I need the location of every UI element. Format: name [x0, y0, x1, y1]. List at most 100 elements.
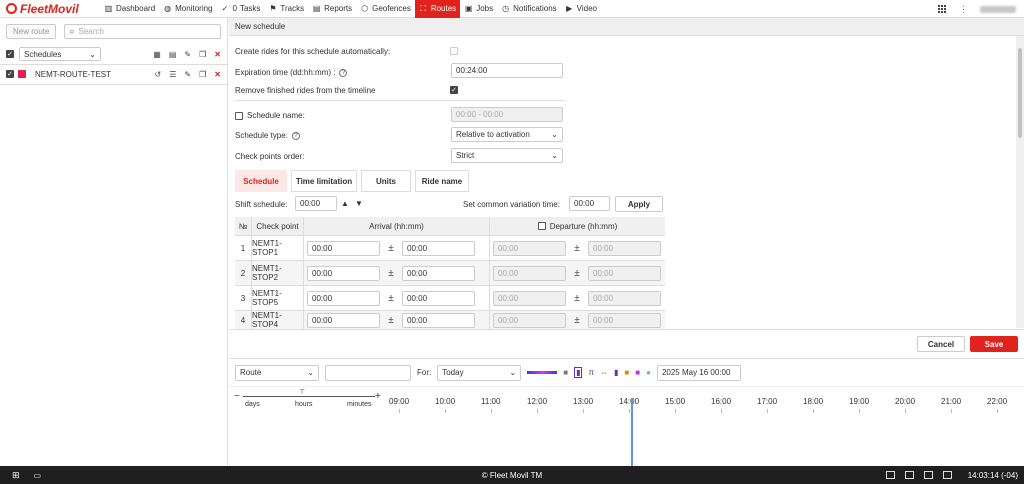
list-icon[interactable]: ☰ [169, 70, 176, 79]
departure-time-input[interactable]: 00:00 [493, 265, 566, 281]
tray-icon-1[interactable] [885, 471, 895, 479]
history-icon[interactable]: ↺ [155, 70, 162, 79]
checkpoints-order-select[interactable]: Strict ⌄ [451, 148, 563, 163]
table-icon[interactable]: ▤ [169, 50, 177, 59]
tab-units[interactable]: Units [361, 170, 411, 192]
checkpoint-legend-icon[interactable]: ▮ [574, 367, 583, 378]
schedule-name-input[interactable]: 00:00 - 00:00 [451, 107, 563, 122]
timeline-group-select[interactable]: Route ⌄ [235, 364, 319, 381]
timeline-period-select[interactable]: Today ⌄ [437, 364, 522, 381]
violet-legend-icon[interactable]: ■ [635, 368, 640, 377]
tray-icon-3[interactable] [923, 471, 933, 479]
arrival-time-input[interactable]: 00:00 [307, 290, 380, 306]
tab-ride-name[interactable]: Ride name [415, 170, 469, 192]
nav-reports[interactable]: ▤ Reports [308, 0, 356, 18]
nav-tracks[interactable]: ⚑ Tracks [264, 0, 308, 18]
nav-video[interactable]: ▶ Video [561, 0, 601, 18]
departure-time-input[interactable]: 00:00 [493, 312, 566, 328]
search-input[interactable]: ⌕ Search [64, 24, 221, 39]
timeline-date-input[interactable]: 2025 May 16 00:00 [656, 364, 741, 381]
schedule-type-select[interactable]: Relative to activation ⌄ [451, 127, 563, 142]
schedules-filter-select[interactable]: Schedules ⌄ [19, 47, 101, 61]
wrench-icon[interactable]: ✎ [184, 70, 191, 79]
departure-variation-input[interactable]: 00:00 [588, 290, 661, 306]
departure-time-input[interactable]: 00:00 [493, 240, 566, 256]
user-menu[interactable] [980, 5, 1016, 13]
chevron-down-icon: ⌄ [307, 368, 314, 377]
shift-down-arrow-icon[interactable]: ▼ [355, 199, 363, 208]
plus-minus-icon: ± [388, 292, 394, 304]
cancel-button[interactable]: Cancel [917, 336, 965, 352]
arrival-variation-input[interactable]: 00:00 [402, 312, 475, 328]
common-variation-input[interactable]: 00:00 [569, 196, 610, 211]
select-all-checkbox[interactable]: ✓ [6, 50, 14, 58]
save-button[interactable]: Save [970, 336, 1018, 352]
bar-legend-icon[interactable]: ▮ [614, 368, 618, 377]
tab-schedule[interactable]: Schedule [235, 170, 287, 192]
hour-label: 11:00 [481, 397, 501, 406]
zoom-in-icon[interactable]: + [375, 391, 381, 402]
tab-time-limitation[interactable]: Time limitation [291, 170, 357, 192]
timeline-filter-input[interactable] [325, 364, 411, 381]
nav-dashboard[interactable]: ▥ Dashboard [100, 0, 159, 18]
apps-grid-icon[interactable] [938, 4, 947, 14]
tray-icon-4[interactable] [942, 471, 952, 479]
route-list-item[interactable]: ✓ NEMT-ROUTE-TEST ↺ ☰ ✎ ❐ ✕ [0, 66, 227, 82]
current-time-marker[interactable] [631, 399, 633, 467]
schedule-name-checkbox[interactable] [235, 111, 243, 120]
fleetmovil-logo[interactable]: FleetMovil [0, 2, 100, 16]
scale-minutes[interactable]: minutes [347, 401, 372, 408]
orange-legend-icon[interactable]: ■ [624, 368, 629, 377]
panel-footer: Cancel Save [229, 329, 1024, 358]
help-icon[interactable]: ? [291, 131, 300, 140]
calendar-icon[interactable]: ▦ [153, 50, 161, 59]
arrival-time-input[interactable]: 00:00 [307, 265, 380, 281]
nav-tasks[interactable]: ✓ 0 Tasks [217, 0, 265, 18]
expiration-time-input[interactable]: 00:24:00 [451, 63, 563, 78]
wrench-icon[interactable]: ✎ [184, 50, 191, 59]
panel-scrollbar[interactable] [1016, 36, 1024, 328]
departure-variation-input[interactable]: 00:00 [588, 312, 661, 328]
route-checkbox[interactable]: ✓ [6, 70, 14, 78]
help-icon[interactable]: ? [339, 68, 348, 77]
top-navbar: FleetMovil ▥ Dashboard ◍ Monitoring ✓ 0 … [0, 0, 1024, 18]
scale-hours[interactable]: hours [295, 401, 313, 408]
delete-icon[interactable]: ✕ [214, 50, 221, 59]
hour-label: 22:00 [987, 397, 1008, 406]
arrival-variation-input[interactable]: 00:00 [402, 290, 475, 306]
create-rides-checkbox[interactable] [450, 47, 458, 55]
shift-schedule-input[interactable]: 00:00 [295, 196, 337, 211]
hour-label: 15:00 [665, 397, 686, 406]
checkpoints-order-label: Check points order: [235, 152, 305, 161]
nav-monitoring[interactable]: ◍ Monitoring [159, 0, 216, 18]
pin-legend-icon[interactable]: ● [646, 368, 651, 377]
arrival-variation-input[interactable]: 00:00 [402, 265, 475, 281]
tray-icon-2[interactable] [904, 471, 914, 479]
plus-minus-icon: ± [388, 314, 394, 326]
timer-legend-icon[interactable]: π [588, 368, 594, 377]
scale-days[interactable]: days [245, 401, 260, 408]
apply-button[interactable]: Apply [615, 196, 663, 212]
remove-finished-checkbox[interactable]: ✓ [450, 86, 458, 94]
copy-icon[interactable]: ❐ [199, 70, 206, 79]
arrival-time-input[interactable]: 00:00 [307, 312, 380, 328]
new-route-button[interactable]: New route [6, 24, 57, 39]
square-legend-icon[interactable]: ■ [563, 368, 568, 377]
shift-up-arrow-icon[interactable]: ▲ [341, 199, 349, 208]
more-vertical-icon[interactable]: ⋮ [959, 4, 968, 15]
copy-icon[interactable]: ❐ [199, 50, 206, 59]
nav-jobs[interactable]: ▣ Jobs [460, 0, 497, 18]
nav-geofences[interactable]: ⬡ Geofences [356, 0, 415, 18]
departure-variation-input[interactable]: 00:00 [588, 265, 661, 281]
arrival-variation-input[interactable]: 00:00 [402, 240, 475, 256]
arrow-legend-icon[interactable]: ⇔ [600, 368, 608, 377]
delete-icon[interactable]: ✕ [214, 70, 221, 79]
zoom-handle-icon[interactable]: ⊤ [299, 388, 305, 396]
departure-time-input[interactable]: 00:00 [493, 290, 566, 306]
zoom-out-icon[interactable]: − [234, 391, 240, 402]
departure-checkbox[interactable] [537, 222, 546, 230]
nav-routes[interactable]: ⛶ Routes [414, 0, 461, 18]
departure-variation-input[interactable]: 00:00 [588, 240, 661, 256]
arrival-time-input[interactable]: 00:00 [307, 240, 380, 256]
nav-notifications[interactable]: ◷ Notifications [497, 0, 561, 18]
